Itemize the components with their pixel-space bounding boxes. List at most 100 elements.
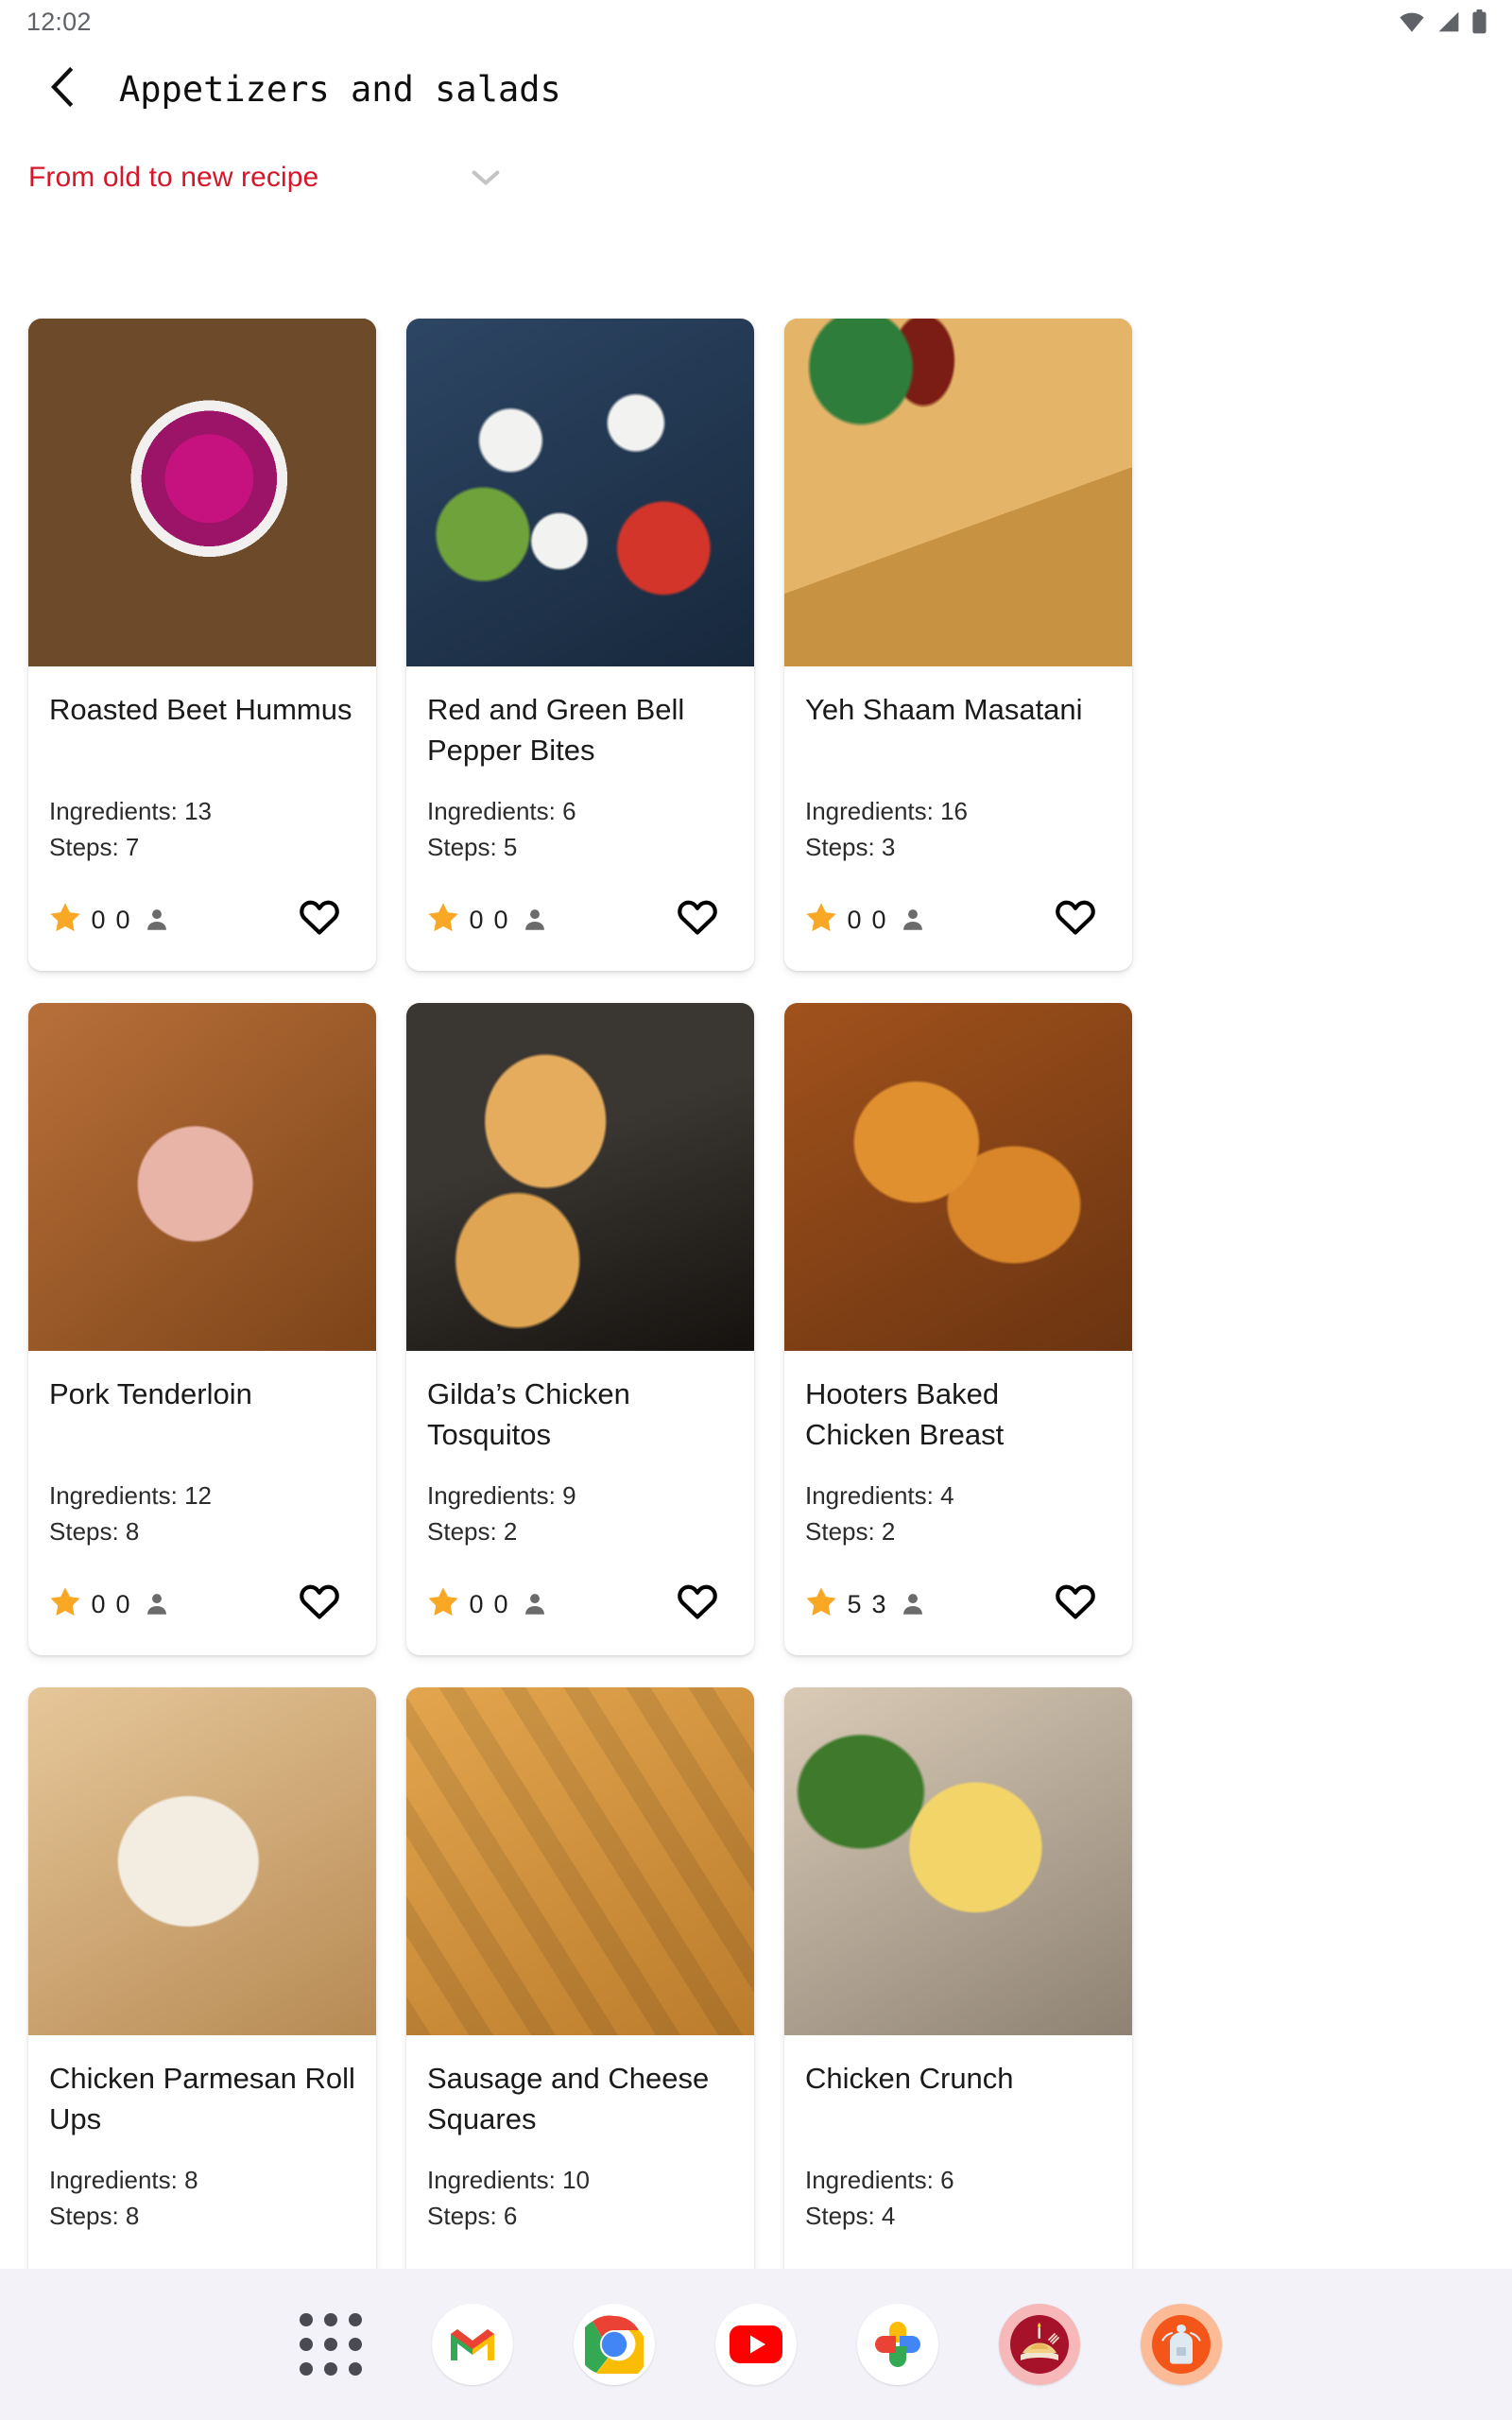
google-photos-icon[interactable] xyxy=(854,2301,941,2388)
favorite-button[interactable] xyxy=(669,893,726,946)
person-icon xyxy=(522,907,548,933)
recipe-image xyxy=(784,1003,1132,1351)
chevron-down-icon[interactable] xyxy=(470,167,502,188)
steps-count: Steps: 7 xyxy=(49,833,140,861)
recipe-image xyxy=(28,319,376,666)
youtube-icon[interactable] xyxy=(713,2301,799,2388)
ingredients-count: Ingredients: 8 xyxy=(49,2166,198,2194)
person-icon xyxy=(900,1591,926,1617)
ingredients-count: Ingredients: 13 xyxy=(49,797,213,825)
recipe-card[interactable]: Gilda’s Chicken Tosquitos Ingredients: 9 S… xyxy=(406,1003,754,1655)
rating-value: 0 xyxy=(469,1589,484,1618)
sort-selector[interactable]: From old to new recipe xyxy=(0,134,1512,221)
recipe-info: Red and Green Bell Pepper Bites Ingredien… xyxy=(406,666,754,865)
ingredients-count: Ingredients: 4 xyxy=(805,1481,954,1510)
recipe-card[interactable]: Pork Tenderloin Ingredients: 12 Steps: 8 00 xyxy=(28,1003,376,1655)
recipe-title: Hooters Baked Chicken Breast xyxy=(805,1377,1005,1451)
recipe-card-footer: 00 xyxy=(406,865,754,971)
recipe-info: Chicken Parmesan Roll Ups Ingredients: 8 S… xyxy=(28,2035,376,2234)
app-drawer-icon[interactable] xyxy=(287,2301,374,2388)
heart-outline-icon xyxy=(299,1583,340,1626)
recipe-title: Pork Tenderloin xyxy=(49,1377,252,1410)
recipe-counts: Ingredients: 6 Steps: 4 xyxy=(805,2162,1111,2234)
app-drawer-dots xyxy=(300,2313,362,2376)
steps-count: Steps: 2 xyxy=(805,1517,896,1546)
heart-outline-icon xyxy=(1055,899,1096,942)
recipe-counts: Ingredients: 12 Steps: 8 xyxy=(49,1478,355,1549)
recipe-counts: Ingredients: 4 Steps: 2 xyxy=(805,1478,1111,1549)
favorite-button[interactable] xyxy=(669,1578,726,1631)
rating-group: 00 xyxy=(427,902,548,938)
app-bar: Appetizers and salads xyxy=(0,43,1512,134)
person-icon xyxy=(144,907,170,933)
recipe-image xyxy=(784,1687,1132,2035)
recipe-counts: Ingredients: 16 Steps: 3 xyxy=(805,793,1111,865)
back-button[interactable] xyxy=(28,55,96,123)
ingredients-count: Ingredients: 16 xyxy=(805,797,969,825)
status-icons xyxy=(1398,9,1487,34)
steps-count: Steps: 8 xyxy=(49,1517,140,1546)
person-icon xyxy=(522,1591,548,1617)
recipe-image xyxy=(406,1687,754,2035)
recipe-counts: Ingredients: 6 Steps: 5 xyxy=(427,793,733,865)
rating-count: 0 xyxy=(871,905,886,934)
recipe-info: Roasted Beet Hummus Ingredients: 13 Steps:… xyxy=(28,666,376,865)
rating-value: 0 xyxy=(91,1589,106,1618)
recipe-card[interactable]: Chicken Parmesan Roll Ups Ingredients: 8 S… xyxy=(28,1687,376,2340)
recipe-card[interactable]: Red and Green Bell Pepper Bites Ingredien… xyxy=(406,319,754,971)
ingredients-count: Ingredients: 6 xyxy=(805,2166,954,2194)
steps-count: Steps: 2 xyxy=(427,1517,518,1546)
recipe-counts: Ingredients: 13 Steps: 7 xyxy=(49,793,355,865)
favorite-button[interactable] xyxy=(291,1578,348,1631)
status-bar: 12:02 xyxy=(0,0,1512,43)
rating-value: 0 xyxy=(847,905,862,934)
recipe-info: Chicken Crunch Ingredients: 6 Steps: 4 xyxy=(784,2035,1132,2234)
rating-group: 00 xyxy=(805,902,926,938)
favorite-button[interactable] xyxy=(1047,1578,1104,1631)
steps-count: Steps: 6 xyxy=(427,2202,518,2230)
recipe-card[interactable]: Chicken CrunchIngredients: 6Steps: 400 xyxy=(784,1687,1132,2340)
chevron-left-icon xyxy=(43,65,81,113)
wifi-icon xyxy=(1398,10,1426,33)
person-icon xyxy=(900,907,926,933)
rating-count: 3 xyxy=(871,1589,886,1618)
apron-cooking-icon[interactable] xyxy=(1138,2301,1225,2388)
recipe-card[interactable]: Sausage and Cheese Squares Ingredients: 1… xyxy=(406,1687,754,2340)
recipe-title: Roasted Beet Hummus xyxy=(49,693,352,726)
recipe-title: Sausage and Cheese Squares xyxy=(427,2062,710,2135)
rating-value: 0 xyxy=(91,905,106,934)
rating-group: 00 xyxy=(49,1586,170,1622)
chrome-icon[interactable] xyxy=(571,2301,658,2388)
heart-outline-icon xyxy=(1055,1583,1096,1626)
rating-group: 00 xyxy=(427,1586,548,1622)
sort-label: From old to new recipe xyxy=(28,162,319,193)
battery-icon xyxy=(1471,9,1487,34)
recipe-card[interactable]: Roasted Beet Hummus Ingredients: 13 Steps:… xyxy=(28,319,376,971)
recipe-book-icon[interactable] xyxy=(996,2301,1083,2388)
recipe-card-footer: 00 xyxy=(406,1549,754,1655)
recipe-card-footer: 53 xyxy=(784,1549,1132,1655)
favorite-button[interactable] xyxy=(1047,893,1104,946)
recipe-card[interactable]: Yeh Shaam Masatani Ingredients: 16 Steps: … xyxy=(784,319,1132,971)
recipe-info: Gilda’s Chicken Tosquitos Ingredients: 9 S… xyxy=(406,1351,754,1549)
favorite-button[interactable] xyxy=(291,893,348,946)
ingredients-count: Ingredients: 6 xyxy=(427,797,576,825)
recipe-title: Red and Green Bell Pepper Bites xyxy=(427,693,685,767)
ingredients-count: Ingredients: 9 xyxy=(427,1481,576,1510)
status-time: 12:02 xyxy=(26,7,92,36)
recipe-image xyxy=(406,1003,754,1351)
star-icon xyxy=(427,1586,459,1622)
recipe-image xyxy=(784,319,1132,666)
recipe-counts: Ingredients: 8 Steps: 8 xyxy=(49,2162,355,2234)
star-icon xyxy=(805,902,837,938)
star-icon xyxy=(49,1586,81,1622)
star-icon xyxy=(49,902,81,938)
steps-count: Steps: 8 xyxy=(49,2202,140,2230)
recipe-info: Yeh Shaam Masatani Ingredients: 16 Steps: … xyxy=(784,666,1132,865)
recipe-grid: Roasted Beet Hummus Ingredients: 13 Steps:… xyxy=(0,319,1512,2420)
heart-outline-icon xyxy=(677,1583,718,1626)
gmail-icon[interactable] xyxy=(429,2301,516,2388)
recipe-image xyxy=(406,319,754,666)
recipe-card[interactable]: Hooters Baked Chicken Breast Ingredients:… xyxy=(784,1003,1132,1655)
recipe-image xyxy=(28,1003,376,1351)
